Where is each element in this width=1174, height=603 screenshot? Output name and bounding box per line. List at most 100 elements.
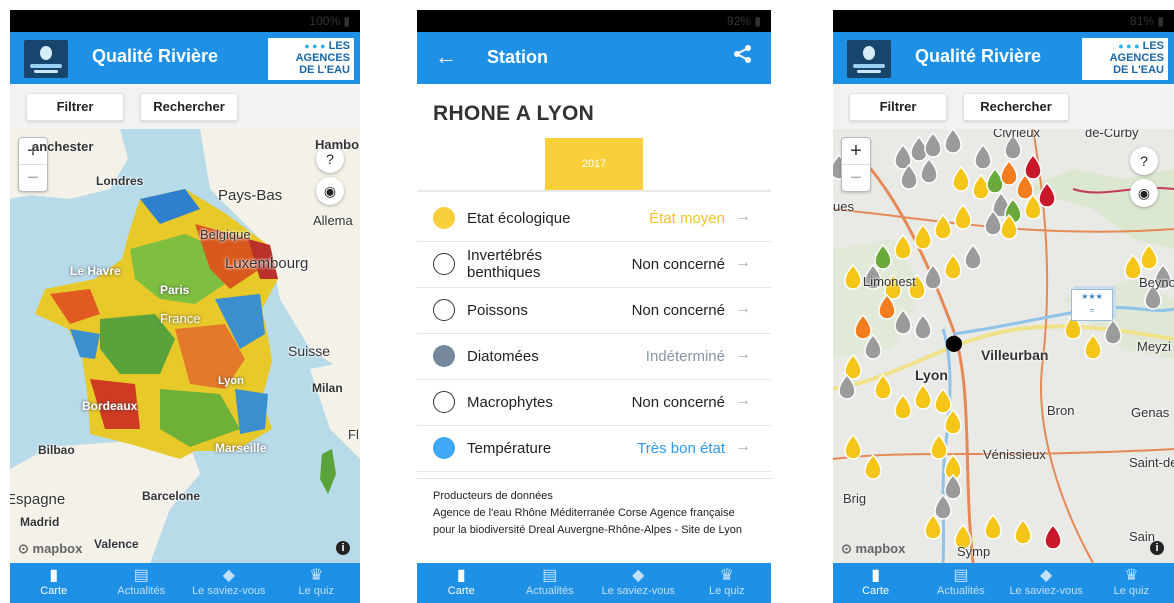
station-marker-icon[interactable] — [1104, 318, 1122, 345]
share-icon[interactable] — [733, 44, 753, 70]
search-button[interactable]: Rechercher — [963, 93, 1069, 121]
nav-quiz[interactable]: ♛ Le quiz — [683, 563, 772, 603]
mapbox-logo[interactable]: ⊙ mapbox — [18, 541, 82, 557]
station-marker-icon[interactable] — [874, 373, 892, 400]
nav-quiz[interactable]: ♛ Le quiz — [1089, 563, 1174, 603]
station-marker-icon[interactable] — [854, 313, 872, 340]
help-icon[interactable]: ? — [1130, 147, 1158, 175]
nav-did-you-know[interactable]: ◆ Le saviez-vous — [185, 563, 273, 603]
map-icon: ▮ — [871, 567, 881, 584]
zoom-out-button[interactable]: − — [19, 164, 47, 191]
indicator-row[interactable]: Etat écologique État moyen → — [417, 196, 771, 242]
station-marker-icon[interactable] — [844, 263, 862, 290]
station-marker-icon[interactable] — [930, 433, 948, 460]
station-marker-icon[interactable] — [874, 243, 892, 270]
map-label: Fl — [348, 427, 359, 442]
map-label: ues — [833, 199, 854, 214]
station-marker-icon[interactable] — [974, 143, 992, 170]
indicator-row[interactable]: Macrophytes Non concerné → — [417, 380, 771, 426]
station-marker-icon[interactable] — [934, 213, 952, 240]
station-marker-icon[interactable] — [1084, 333, 1102, 360]
arrow-right-icon[interactable]: → — [735, 254, 751, 272]
station-marker-icon[interactable] — [964, 243, 982, 270]
station-marker-icon[interactable] — [1024, 153, 1042, 180]
nav-did-you-know[interactable]: ◆ Le saviez-vous — [594, 563, 683, 603]
arrow-right-icon[interactable]: → — [735, 346, 751, 364]
station-marker-icon[interactable] — [1140, 243, 1158, 270]
station-marker-icon[interactable] — [894, 308, 912, 335]
info-icon[interactable]: i — [1150, 541, 1164, 555]
map-label: Bilbao — [38, 443, 75, 457]
locate-icon[interactable]: ◉ — [1130, 179, 1158, 207]
map-view[interactable]: + − ? ◉ anchester Hambo Pays-Bas Londres… — [10, 129, 360, 563]
arrow-left-icon[interactable]: ← — [435, 44, 457, 70]
station-marker-icon[interactable] — [986, 167, 1004, 194]
nav-map[interactable]: ▮ Carte — [833, 563, 918, 603]
info-icon[interactable]: i — [336, 541, 350, 555]
data-producers: Producteurs de données Agence de l'eau R… — [417, 478, 771, 563]
station-marker-icon[interactable] — [914, 313, 932, 340]
indicator-row[interactable]: Invertébrés benthiques Non concerné → — [417, 242, 771, 288]
map-label: Suisse — [288, 343, 331, 359]
map-label: Beyno — [1139, 275, 1174, 290]
locate-icon[interactable]: ◉ — [316, 177, 344, 205]
station-marker-icon[interactable] — [924, 131, 942, 158]
map-view[interactable]: + − ? ◉ Limonest Beyno Villeurban Lyon M… — [833, 129, 1174, 563]
station-marker-icon[interactable] — [1044, 523, 1062, 550]
map-label: Luxembourg — [225, 255, 309, 272]
indicator-row[interactable]: Température Très bon état → — [417, 426, 771, 472]
station-marker-icon[interactable] — [1014, 518, 1032, 545]
station-marker-icon[interactable] — [914, 223, 932, 250]
station-marker-icon[interactable] — [952, 165, 970, 192]
station-marker-icon[interactable] — [944, 253, 962, 280]
app-title: Qualité Rivière — [915, 46, 1042, 66]
indicator-row[interactable]: Diatomées Indéterminé → — [417, 334, 771, 380]
station-marker-icon[interactable] — [954, 203, 972, 230]
filter-toolbar: Filtrer Rechercher — [10, 84, 360, 129]
nav-news[interactable]: ▤ Actualités — [98, 563, 186, 603]
station-marker-icon[interactable] — [1000, 159, 1018, 186]
arrow-right-icon[interactable]: → — [735, 392, 751, 410]
station-marker-icon[interactable] — [864, 453, 882, 480]
station-marker-icon[interactable] — [944, 129, 962, 154]
station-marker-icon[interactable] — [920, 157, 938, 184]
year-tab[interactable]: 2017 — [545, 138, 643, 190]
station-marker-icon[interactable] — [894, 233, 912, 260]
map-label: Vénissieux — [983, 447, 1046, 462]
filter-toolbar: Filtrer Rechercher — [833, 84, 1174, 129]
nav-map[interactable]: ▮ Carte — [417, 563, 506, 603]
arrow-right-icon[interactable]: → — [735, 300, 751, 318]
station-marker-icon[interactable] — [944, 408, 962, 435]
station-marker-icon[interactable] — [924, 263, 942, 290]
arrow-right-icon[interactable]: → — [735, 208, 751, 226]
arrow-right-icon[interactable]: → — [735, 438, 751, 456]
indicator-label: Macrophytes — [467, 394, 553, 411]
zoom-out-button[interactable]: − — [842, 164, 870, 191]
app-logo-icon — [847, 40, 891, 78]
nav-quiz[interactable]: ♛ Le quiz — [273, 563, 361, 603]
mapbox-logo[interactable]: ⊙ mapbox — [841, 541, 905, 557]
nav-news[interactable]: ▤ Actualités — [918, 563, 1003, 603]
station-marker-icon[interactable] — [944, 473, 962, 500]
nav-news[interactable]: ▤ Actualités — [506, 563, 595, 603]
trophy-icon: ♛ — [719, 567, 734, 584]
station-marker-icon[interactable] — [914, 383, 932, 410]
nav-map[interactable]: ▮ Carte — [10, 563, 98, 603]
map-label: Bron — [1047, 403, 1075, 418]
zoom-in-button[interactable]: + — [842, 138, 870, 164]
filter-button[interactable]: Filtrer — [26, 93, 124, 121]
indicator-row[interactable]: Poissons Non concerné → — [417, 288, 771, 334]
indicator-value: État moyen — [649, 210, 725, 227]
station-marker-icon[interactable] — [894, 393, 912, 420]
station-marker-icon[interactable] — [934, 387, 952, 414]
nav-did-you-know[interactable]: ◆ Le saviez-vous — [1004, 563, 1089, 603]
map-label: Paris — [160, 283, 190, 297]
station-marker-icon[interactable] — [844, 433, 862, 460]
app-header: Qualité Rivière ● ● ● LES AGENCES DE L'E… — [10, 32, 360, 84]
status-bar: 81% ▮ — [833, 10, 1174, 32]
station-marker-icon[interactable] — [1038, 181, 1056, 208]
search-button[interactable]: Rechercher — [140, 93, 238, 121]
filter-button[interactable]: Filtrer — [849, 93, 947, 121]
map-label: Civrieux — [993, 129, 1040, 140]
station-marker-icon[interactable] — [984, 513, 1002, 540]
